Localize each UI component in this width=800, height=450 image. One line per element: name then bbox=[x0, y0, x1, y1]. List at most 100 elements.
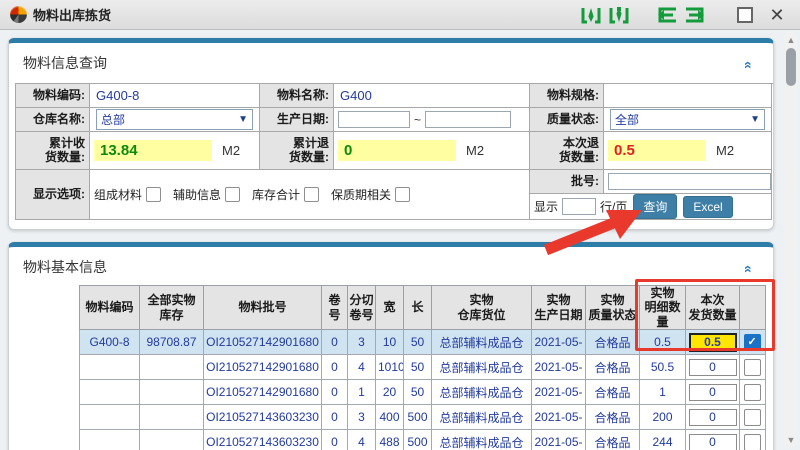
table-cell: 0 bbox=[322, 355, 348, 380]
total-received-value: 13.84 bbox=[94, 140, 212, 161]
table-cell: OI210527142901680 bbox=[204, 330, 322, 355]
table-cell: 合格品 bbox=[586, 380, 640, 405]
header-total-stock: 全部实物 库存 bbox=[140, 286, 204, 330]
components-checkbox[interactable] bbox=[146, 187, 161, 202]
dialog-content: 物料信息查询 « 物料编码: G400-8 物料名称: G400 物料规格: 仓… bbox=[0, 30, 800, 450]
rows-per-page-input[interactable] bbox=[562, 198, 596, 215]
ship-qty-input[interactable] bbox=[689, 434, 737, 450]
material-name-value[interactable]: G400 bbox=[334, 84, 530, 108]
quality-state-cell: 全部 ▼ bbox=[604, 108, 772, 132]
batch-no-input[interactable] bbox=[608, 173, 771, 190]
total-received-cell: 13.84 M2 bbox=[90, 132, 260, 170]
material-detail-panel: 物料基本信息 « 物料编码 全部实物 库存 物料批号 卷号 分切 卷号 宽 长 … bbox=[8, 242, 774, 450]
material-spec-value[interactable] bbox=[604, 84, 772, 108]
shift-left-icon[interactable] bbox=[656, 6, 678, 24]
close-button[interactable]: ✕ bbox=[764, 4, 790, 26]
app-logo-icon bbox=[10, 6, 27, 23]
option-label-aux-info: 辅助信息 bbox=[173, 186, 221, 203]
ship-qty-input[interactable] bbox=[689, 384, 737, 401]
collapse-panel-icon[interactable]: « bbox=[741, 265, 757, 273]
header-batch-no: 物料批号 bbox=[204, 286, 322, 330]
table-row[interactable]: OI21052714290168004101050总部辅料成品仓2021-05-… bbox=[80, 355, 766, 380]
table-cell: 488 bbox=[376, 430, 404, 450]
table-cell: 总部辅料成品仓 bbox=[432, 405, 532, 430]
current-return-value: 0.5 bbox=[608, 140, 706, 161]
current-return-label: 本次退 货数量: bbox=[530, 132, 604, 170]
table-cell: 4 bbox=[348, 355, 376, 380]
shelf-life-checkbox[interactable] bbox=[395, 187, 410, 202]
warehouse-cell: 总部 ▼ bbox=[90, 108, 260, 132]
detail-panel-title: 物料基本信息 bbox=[9, 247, 773, 277]
warehouse-selected-value: 总部 bbox=[101, 111, 125, 128]
table-cell: 50 bbox=[404, 355, 432, 380]
excel-button[interactable]: Excel bbox=[683, 196, 732, 218]
table-row[interactable]: OI21052714360323003400500总部辅料成品仓2021-05-… bbox=[80, 405, 766, 430]
pick-out-icon[interactable] bbox=[608, 6, 630, 24]
total-returned-unit: M2 bbox=[466, 143, 484, 158]
table-cell: OI210527142901680 bbox=[204, 355, 322, 380]
row-checkbox[interactable] bbox=[744, 359, 761, 376]
maximize-button[interactable] bbox=[732, 4, 758, 26]
ship-qty-input[interactable] bbox=[689, 333, 737, 352]
row-checkbox[interactable] bbox=[744, 334, 761, 351]
table-cell: 1010 bbox=[376, 355, 404, 380]
table-cell: 总部辅料成品仓 bbox=[432, 355, 532, 380]
shift-right-icon[interactable] bbox=[684, 6, 706, 24]
table-cell bbox=[80, 430, 140, 450]
table-cell: 400 bbox=[376, 405, 404, 430]
scroll-up-icon[interactable]: ▲ bbox=[784, 34, 798, 46]
warehouse-select[interactable]: 总部 ▼ bbox=[96, 109, 253, 130]
row-checkbox[interactable] bbox=[744, 384, 761, 401]
prod-date-from-input[interactable] bbox=[338, 111, 410, 128]
quality-state-selected-value: 全部 bbox=[615, 111, 639, 128]
ship-qty-cell bbox=[686, 330, 740, 355]
material-code-value[interactable]: G400-8 bbox=[90, 84, 260, 108]
table-row[interactable]: OI21052714360323004488500总部辅料成品仓2021-05-… bbox=[80, 430, 766, 450]
pick-in-icon[interactable] bbox=[580, 6, 602, 24]
checkbox-cell bbox=[740, 330, 766, 355]
table-cell: 50 bbox=[404, 380, 432, 405]
row-checkbox[interactable] bbox=[744, 434, 761, 450]
table-row[interactable]: OI210527142901680012050总部辅料成品仓2021-05-合格… bbox=[80, 380, 766, 405]
collapse-panel-icon[interactable]: « bbox=[741, 61, 757, 69]
header-material-code: 物料编码 bbox=[80, 286, 140, 330]
header-prod-date: 实物 生产日期 bbox=[532, 286, 586, 330]
table-cell: 20 bbox=[376, 380, 404, 405]
query-button[interactable]: 查询 bbox=[633, 194, 677, 219]
pager-cell: 显示 行/页 查询 Excel bbox=[530, 194, 772, 220]
total-returned-label: 累计退 货数量: bbox=[260, 132, 334, 170]
table-cell: 2021-05- bbox=[532, 430, 586, 450]
row-checkbox[interactable] bbox=[744, 409, 761, 426]
quality-state-label: 质量状态: bbox=[530, 108, 604, 132]
scroll-down-icon[interactable]: ▼ bbox=[784, 434, 798, 446]
header-ship-qty: 本次 发货数量 bbox=[686, 286, 740, 330]
chevron-down-icon: ▼ bbox=[750, 114, 760, 125]
aux-info-checkbox[interactable] bbox=[225, 187, 240, 202]
display-options-cell: 组成材料 辅助信息 库存合计 保质期相关 bbox=[90, 170, 530, 220]
scrollbar-thumb[interactable] bbox=[786, 48, 796, 86]
table-cell: 500 bbox=[404, 405, 432, 430]
current-return-unit: M2 bbox=[716, 143, 734, 158]
table-cell: 合格品 bbox=[586, 405, 640, 430]
table-cell: 200 bbox=[640, 405, 686, 430]
table-cell: 3 bbox=[348, 330, 376, 355]
table-cell bbox=[140, 405, 204, 430]
vertical-scrollbar[interactable]: ▲ ▼ bbox=[784, 32, 798, 448]
ship-qty-input[interactable] bbox=[689, 409, 737, 426]
table-cell: OI210527143603230 bbox=[204, 405, 322, 430]
header-checkbox-column bbox=[740, 286, 766, 330]
ship-qty-cell bbox=[686, 430, 740, 450]
stock-total-checkbox[interactable] bbox=[304, 187, 319, 202]
ship-qty-cell bbox=[686, 380, 740, 405]
pager-prefix: 显示 bbox=[534, 198, 558, 215]
checkbox-cell bbox=[740, 430, 766, 450]
table-row[interactable]: G400-898708.87OI210527142901680031050总部辅… bbox=[80, 330, 766, 355]
ship-qty-input[interactable] bbox=[689, 359, 737, 376]
ship-qty-cell bbox=[686, 405, 740, 430]
quality-state-select[interactable]: 全部 ▼ bbox=[610, 109, 765, 130]
checkbox-cell bbox=[740, 405, 766, 430]
table-cell: 50 bbox=[404, 330, 432, 355]
material-query-panel: 物料信息查询 « 物料编码: G400-8 物料名称: G400 物料规格: 仓… bbox=[8, 38, 774, 230]
table-cell: G400-8 bbox=[80, 330, 140, 355]
prod-date-to-input[interactable] bbox=[425, 111, 511, 128]
